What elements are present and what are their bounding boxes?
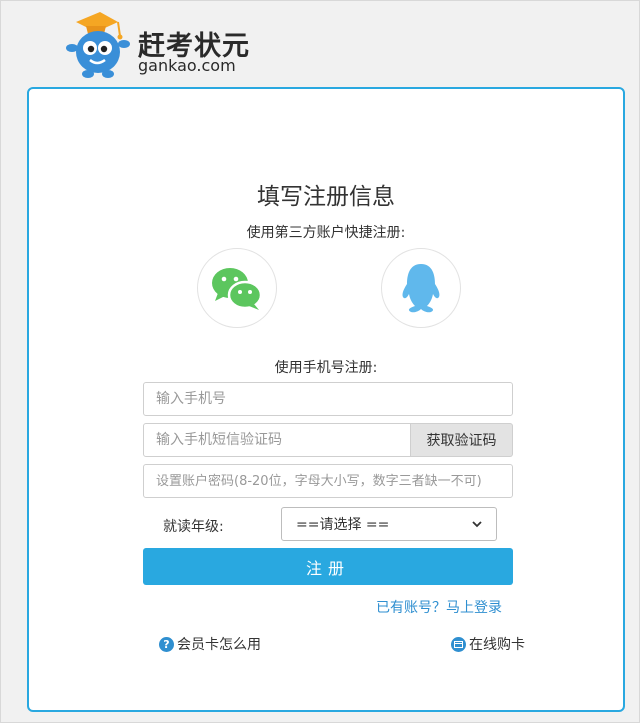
- member-card-help-link[interactable]: ? 会员卡怎么用: [159, 634, 261, 654]
- login-link[interactable]: 已有账号？马上登录: [376, 597, 502, 617]
- question-circle-icon: ?: [159, 636, 174, 652]
- qq-icon: [402, 264, 440, 313]
- card-icon: [451, 636, 466, 652]
- grade-selected-value: ==请选择 ==: [296, 517, 390, 533]
- grade-label: 就读年级:: [163, 519, 224, 535]
- grade-select[interactable]: ==请选择 ==: [281, 507, 497, 541]
- sms-code-input[interactable]: [143, 423, 411, 457]
- phone-input[interactable]: [143, 382, 513, 416]
- register-card: 填写注册信息 使用第三方账户快捷注册: 使用手机号注册: 获取验证码 就读年级:…: [27, 87, 625, 712]
- wechat-icon: [212, 268, 263, 310]
- password-input[interactable]: [143, 464, 513, 498]
- member-card-help-label: 会员卡怎么用: [177, 637, 261, 653]
- mascot-logo-icon: [66, 12, 130, 78]
- buy-card-link[interactable]: 在线购卡: [451, 634, 525, 654]
- chevron-down-icon: [472, 520, 482, 527]
- page-title: 填写注册信息: [257, 184, 395, 210]
- buy-card-label: 在线购卡: [469, 637, 525, 653]
- phone-register-label: 使用手机号注册:: [274, 360, 378, 376]
- third-party-label: 使用第三方账户快捷注册:: [246, 225, 406, 241]
- register-button[interactable]: 注册: [143, 548, 513, 585]
- get-sms-code-button[interactable]: 获取验证码: [411, 423, 513, 457]
- qq-login-button[interactable]: [381, 248, 461, 328]
- brand-domain: gankao.com: [138, 56, 236, 75]
- wechat-login-button[interactable]: [197, 248, 277, 328]
- brand-logo[interactable]: 赶考状元 gankao.com: [60, 10, 260, 80]
